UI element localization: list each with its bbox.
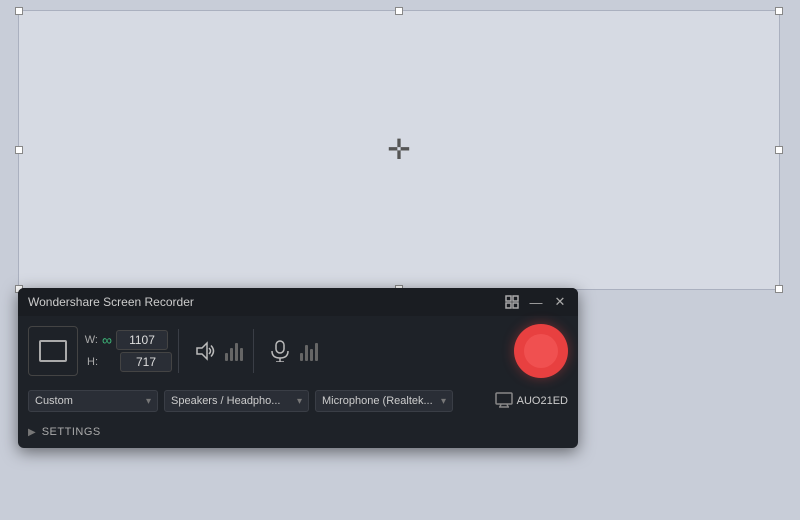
title-bar: Wondershare Screen Recorder — ✕ [18,288,578,316]
divider-2 [253,329,254,373]
height-row: H: [84,352,172,372]
width-input[interactable] [116,330,168,350]
handle-br[interactable] [775,285,783,293]
width-row: W: ∞ [84,330,172,350]
move-cursor-icon: ✛ [387,136,410,164]
link-icon: ∞ [102,332,112,348]
settings-arrow-icon: ▶ [28,427,36,438]
resolution-value: Custom [35,395,73,407]
speaker-control [185,335,247,367]
vol-bar-4 [240,348,243,361]
record-inner [524,334,558,368]
height-input[interactable] [120,352,172,372]
dimensions-group: W: ∞ H: [84,330,172,372]
handle-tr[interactable] [775,7,783,15]
mic-bar-4 [315,343,318,361]
screen-selector[interactable] [28,326,78,376]
vol-bar-1 [225,353,228,361]
record-button[interactable] [514,324,568,378]
mic-bar-1 [300,353,303,361]
controls-row: W: ∞ H: [18,316,578,386]
minimize-button[interactable]: — [528,294,544,310]
app-title: Wondershare Screen Recorder [28,295,194,309]
microphone-control [260,335,322,367]
speakers-chevron: ▾ [297,396,302,407]
handle-lm[interactable] [15,146,23,154]
speakers-dropdown[interactable]: Speakers / Headpho... ▾ [164,390,309,412]
close-button[interactable]: ✕ [552,294,568,310]
microphone-chevron: ▾ [441,396,446,407]
settings-label: SETTINGS [42,426,101,438]
monitor-group[interactable]: AUO21ED [495,392,568,411]
handle-rm[interactable] [775,146,783,154]
mic-volume-bars[interactable] [300,341,318,361]
settings-row[interactable]: ▶ SETTINGS [18,420,578,448]
screen-icon [39,340,67,362]
width-label: W: [84,334,98,346]
vol-bar-3 [235,343,238,361]
vol-bar-2 [230,348,233,361]
selection-area[interactable]: ✛ [18,10,780,290]
handle-tl[interactable] [15,7,23,15]
microphone-value: Microphone (Realtek... [322,395,433,407]
fullscreen-button[interactable] [504,294,520,310]
speakers-value: Speakers / Headpho... [171,395,280,407]
recorder-panel: Wondershare Screen Recorder — ✕ W: [18,288,578,448]
speaker-volume-bars[interactable] [225,341,243,361]
dropdowns-row: Custom ▾ Speakers / Headpho... ▾ Microph… [18,386,578,420]
mic-bar-2 [305,345,308,361]
mic-bar-3 [310,349,313,361]
divider-1 [178,329,179,373]
speaker-button[interactable] [189,335,221,367]
resolution-chevron: ▾ [146,396,151,407]
monitor-icon [495,392,513,411]
resolution-dropdown[interactable]: Custom ▾ [28,390,158,412]
monitor-label: AUO21ED [517,395,568,407]
microphone-dropdown[interactable]: Microphone (Realtek... ▾ [315,390,453,412]
title-controls: — ✕ [504,294,568,310]
microphone-button[interactable] [264,335,296,367]
height-label: H: [84,356,98,368]
handle-tm[interactable] [395,7,403,15]
